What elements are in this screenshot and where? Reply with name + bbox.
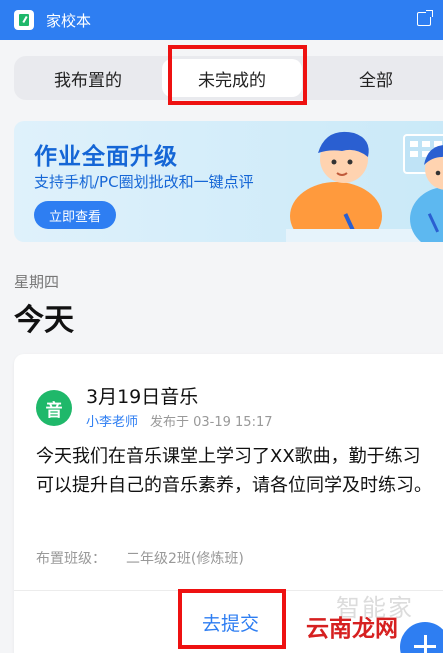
watermark: 云南龙网 <box>306 616 398 642</box>
open-window-icon[interactable] <box>417 10 433 26</box>
weekday-label: 星期四 <box>14 273 60 291</box>
teacher-name: 小李老师 <box>86 415 139 430</box>
submit-button[interactable]: 去提交 <box>202 609 259 636</box>
banner-title: 作业全面升级 <box>34 144 178 170</box>
app-title: 家校本 <box>46 11 92 30</box>
tab-assigned-by-me[interactable]: 我布置的 <box>14 59 162 97</box>
view-now-button[interactable]: 立即查看 <box>34 201 116 229</box>
homework-title: 3月19日音乐 <box>86 386 199 408</box>
students-illustration <box>286 131 443 242</box>
tab-bar: 我布置的 未完成的 全部 <box>14 56 443 100</box>
subject-avatar: 音 <box>36 390 72 426</box>
date-heading: 今天 <box>14 303 74 338</box>
title-bar: 家校本 <box>0 0 443 40</box>
app-logo-icon <box>14 10 34 30</box>
class-label: 布置班级： <box>36 551 106 567</box>
promo-banner[interactable]: 作业全面升级 支持手机/PC圈划批改和一键点评 立即查看 <box>14 121 443 242</box>
tab-unfinished[interactable]: 未完成的 <box>162 59 302 97</box>
tab-all[interactable]: 全部 <box>302 59 443 97</box>
homework-content: 今天我们在音乐课堂上学习了XX歌曲，勤于练习可以提升自己的音乐素养，请各位同学及… <box>36 446 432 496</box>
publish-time: 发布于 03-19 15:17 <box>150 415 273 430</box>
class-value: 二年级2班(修炼班) <box>126 551 244 567</box>
banner-subtitle: 支持手机/PC圈划批改和一键点评 <box>34 173 254 191</box>
